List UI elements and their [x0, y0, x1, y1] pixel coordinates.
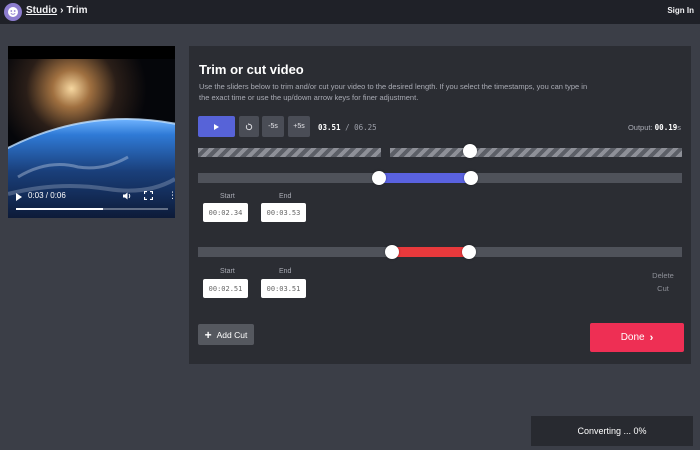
plus-icon: +	[204, 327, 212, 342]
trim-start-label: Start	[220, 193, 235, 200]
output-value: 00.19	[654, 123, 678, 132]
add-cut-button[interactable]: + Add Cut	[198, 324, 254, 345]
play-button[interactable]	[198, 116, 235, 137]
trim-end-label: End	[279, 193, 292, 200]
total-time: 06.25	[354, 123, 377, 132]
current-time: 03.51	[318, 123, 341, 132]
sign-in-link[interactable]: Sign In	[667, 6, 694, 15]
playhead-handle[interactable]	[463, 144, 477, 158]
breadcrumb-separator: ›	[60, 5, 64, 16]
volume-icon[interactable]	[122, 191, 132, 201]
cut-slider-track[interactable]	[198, 247, 682, 257]
trim-range-selection	[379, 173, 471, 183]
video-time-display: 0:03 / 0:06	[28, 191, 66, 200]
trim-end-handle[interactable]	[464, 171, 478, 185]
breadcrumb-current: Trim	[66, 5, 88, 16]
back-5s-button[interactable]: -5s	[262, 116, 284, 137]
video-progress-fill	[16, 208, 103, 210]
add-cut-label: Add Cut	[216, 329, 248, 340]
play-icon[interactable]	[16, 193, 22, 201]
trim-slider-track[interactable]	[198, 173, 682, 183]
panel-description: Use the sliders below to trim and/or cut…	[199, 82, 588, 102]
chevron-right-icon: ›	[649, 331, 654, 344]
output-label: Output:	[627, 123, 653, 132]
scrubber-gap	[381, 148, 390, 157]
forward-5s-button[interactable]: +5s	[288, 116, 310, 137]
trim-start-handle[interactable]	[372, 171, 386, 185]
done-button[interactable]: Done ›	[590, 323, 684, 352]
face-logo-icon[interactable]	[4, 3, 22, 21]
cut-end-handle[interactable]	[462, 245, 476, 259]
fullscreen-icon[interactable]	[144, 191, 153, 200]
breadcrumb: Studio › Trim	[26, 5, 88, 16]
output-duration: Output: 00.19s	[628, 123, 681, 132]
trim-start-input[interactable]: 00:02.34	[203, 203, 248, 222]
video-controls: 0:03 / 0:06 ⋮	[8, 188, 175, 218]
cut-start-handle[interactable]	[385, 245, 399, 259]
cut-start-input[interactable]: 00:02.51	[203, 279, 248, 298]
cut-end-input[interactable]: 00:03.51	[261, 279, 306, 298]
trim-end-input[interactable]: 00:03.53	[261, 203, 306, 222]
time-separator: /	[345, 123, 350, 132]
delete-cut-button[interactable]: Delete Cut	[652, 269, 674, 295]
replay-icon	[245, 122, 253, 130]
cut-end-label: End	[279, 268, 292, 275]
cut-start-label: Start	[220, 268, 235, 275]
timecode: 03.51 / 06.25	[318, 123, 377, 132]
output-unit: s	[677, 123, 681, 132]
more-vertical-icon[interactable]: ⋮	[168, 190, 175, 200]
converting-status: Converting ... 0%	[531, 416, 693, 446]
trim-panel: Trim or cut video Use the sliders below …	[189, 46, 691, 364]
video-player[interactable]: 0:03 / 0:06 ⋮	[8, 46, 175, 218]
done-label: Done	[620, 332, 645, 343]
panel-title: Trim or cut video	[199, 62, 304, 77]
top-bar: Studio › Trim Sign In	[0, 0, 700, 24]
video-progress-bar[interactable]	[16, 208, 168, 210]
breadcrumb-studio-link[interactable]: Studio	[26, 5, 57, 16]
play-icon	[214, 123, 219, 130]
cut-range-selection	[392, 247, 469, 257]
replay-button[interactable]	[239, 116, 259, 137]
playhead-scrubber[interactable]	[198, 148, 682, 157]
